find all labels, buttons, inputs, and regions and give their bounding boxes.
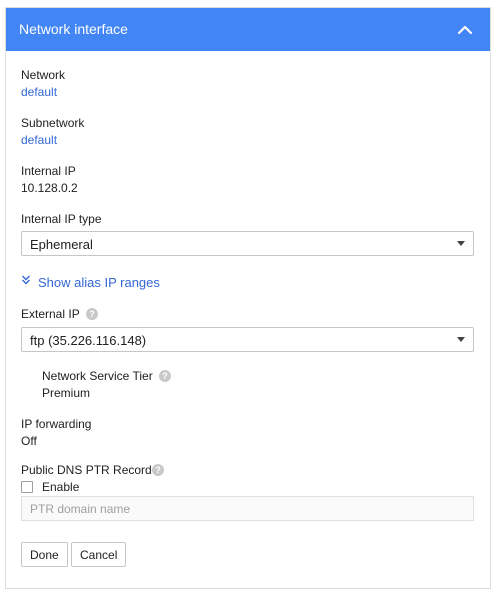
internal-ip-label: Internal IP: [21, 164, 76, 178]
ptr-domain-name-input[interactable]: [21, 496, 474, 521]
cancel-button[interactable]: Cancel: [71, 542, 127, 567]
external-ip-label: External IP: [21, 307, 80, 321]
network-service-tier-label: Network Service Tier: [42, 369, 153, 383]
panel-header[interactable]: Network interface: [6, 8, 490, 51]
subnetwork-link[interactable]: default: [21, 133, 57, 147]
internal-ip-value: 10.128.0.2: [21, 181, 78, 195]
panel-title: Network interface: [19, 21, 128, 37]
external-ip-value: ftp (35.226.116.148): [30, 333, 147, 348]
subnetwork-label: Subnetwork: [21, 116, 85, 130]
network-label: Network: [21, 68, 66, 82]
chevron-up-icon[interactable]: [454, 19, 476, 41]
help-icon[interactable]: ?: [152, 464, 164, 476]
dropdown-arrow-icon: [457, 241, 465, 246]
double-chevron-down-icon: [21, 274, 31, 290]
done-button[interactable]: Done: [21, 542, 68, 567]
internal-ip-type-select[interactable]: Ephemeral: [21, 231, 474, 256]
help-icon[interactable]: ?: [159, 370, 171, 382]
help-icon[interactable]: ?: [86, 308, 98, 320]
show-alias-ip-ranges-label: Show alias IP ranges: [38, 275, 160, 290]
network-link[interactable]: default: [21, 85, 57, 99]
internal-ip-type-label: Internal IP type: [21, 212, 102, 226]
enable-ptr-checkbox[interactable]: [21, 481, 33, 493]
external-ip-select[interactable]: ftp (35.226.116.148): [21, 327, 474, 352]
public-dns-ptr-label: Public DNS PTR Record: [21, 463, 152, 477]
dropdown-arrow-icon: [457, 337, 465, 342]
network-service-tier-value: Premium: [42, 386, 91, 400]
enable-ptr-label[interactable]: Enable: [42, 480, 79, 494]
internal-ip-type-value: Ephemeral: [30, 237, 93, 252]
ip-forwarding-value: Off: [21, 434, 37, 448]
ip-forwarding-label: IP forwarding: [21, 417, 92, 431]
